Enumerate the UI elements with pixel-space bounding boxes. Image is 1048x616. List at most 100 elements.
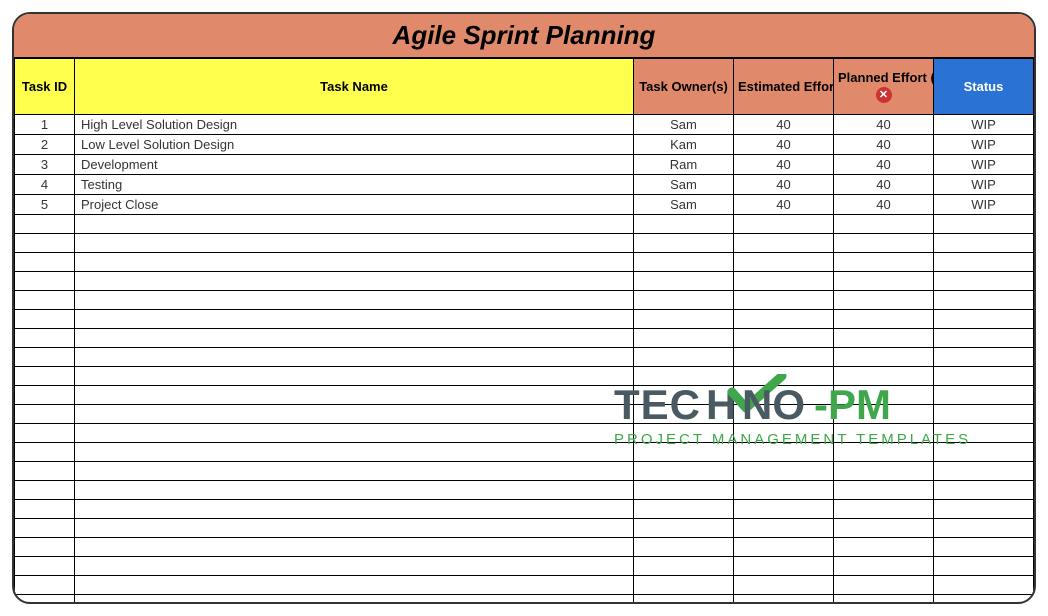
- cell-empty[interactable]: [934, 595, 1034, 605]
- cell-empty[interactable]: [734, 253, 834, 272]
- cell-empty[interactable]: [834, 272, 934, 291]
- cell-empty[interactable]: [934, 500, 1034, 519]
- cell-empty[interactable]: [834, 519, 934, 538]
- cell-empty[interactable]: [75, 481, 634, 500]
- cell-empty[interactable]: [15, 329, 75, 348]
- cell-empty[interactable]: [934, 481, 1034, 500]
- cell-empty[interactable]: [734, 386, 834, 405]
- cell-task-name[interactable]: Low Level Solution Design: [75, 135, 634, 155]
- cell-empty[interactable]: [934, 253, 1034, 272]
- cell-owner[interactable]: Sam: [634, 175, 734, 195]
- cell-empty[interactable]: [934, 348, 1034, 367]
- cell-empty[interactable]: [934, 272, 1034, 291]
- cell-status[interactable]: WIP: [934, 175, 1034, 195]
- cell-empty[interactable]: [75, 272, 634, 291]
- cell-empty[interactable]: [15, 272, 75, 291]
- cell-empty[interactable]: [734, 329, 834, 348]
- cell-empty[interactable]: [834, 500, 934, 519]
- cell-empty[interactable]: [15, 386, 75, 405]
- cell-empty[interactable]: [15, 234, 75, 253]
- cell-empty[interactable]: [634, 462, 734, 481]
- cell-empty[interactable]: [734, 595, 834, 605]
- cell-task-id[interactable]: 1: [15, 115, 75, 135]
- cell-empty[interactable]: [75, 405, 634, 424]
- cell-empty[interactable]: [634, 595, 734, 605]
- cell-empty[interactable]: [75, 443, 634, 462]
- cell-owner[interactable]: Kam: [634, 135, 734, 155]
- cell-estimated[interactable]: 40: [734, 155, 834, 175]
- cell-empty[interactable]: [75, 557, 634, 576]
- cell-estimated[interactable]: 40: [734, 115, 834, 135]
- cell-owner[interactable]: Sam: [634, 115, 734, 135]
- cell-empty[interactable]: [634, 291, 734, 310]
- cell-estimated[interactable]: 40: [734, 195, 834, 215]
- cell-task-name[interactable]: Testing: [75, 175, 634, 195]
- cell-empty[interactable]: [634, 481, 734, 500]
- cell-task-name[interactable]: High Level Solution Design: [75, 115, 634, 135]
- cell-empty[interactable]: [834, 253, 934, 272]
- cell-empty[interactable]: [934, 519, 1034, 538]
- cell-empty[interactable]: [634, 253, 734, 272]
- cell-empty[interactable]: [15, 443, 75, 462]
- cell-owner[interactable]: Ram: [634, 155, 734, 175]
- cell-empty[interactable]: [834, 462, 934, 481]
- cell-empty[interactable]: [934, 443, 1034, 462]
- cell-empty[interactable]: [734, 367, 834, 386]
- cell-planned[interactable]: 40: [834, 195, 934, 215]
- cell-empty[interactable]: [734, 519, 834, 538]
- cell-empty[interactable]: [75, 348, 634, 367]
- cell-empty[interactable]: [75, 595, 634, 605]
- cell-status[interactable]: WIP: [934, 135, 1034, 155]
- cell-empty[interactable]: [634, 500, 734, 519]
- cell-empty[interactable]: [15, 538, 75, 557]
- cell-empty[interactable]: [934, 405, 1034, 424]
- cell-empty[interactable]: [75, 253, 634, 272]
- cell-empty[interactable]: [734, 272, 834, 291]
- cell-empty[interactable]: [15, 557, 75, 576]
- cell-empty[interactable]: [834, 348, 934, 367]
- cell-empty[interactable]: [834, 595, 934, 605]
- cell-empty[interactable]: [934, 462, 1034, 481]
- cell-empty[interactable]: [634, 519, 734, 538]
- cell-empty[interactable]: [75, 538, 634, 557]
- cell-planned[interactable]: 40: [834, 155, 934, 175]
- cell-empty[interactable]: [734, 424, 834, 443]
- cell-empty[interactable]: [634, 234, 734, 253]
- cell-empty[interactable]: [75, 291, 634, 310]
- cell-empty[interactable]: [634, 576, 734, 595]
- cell-task-id[interactable]: 3: [15, 155, 75, 175]
- cell-empty[interactable]: [834, 291, 934, 310]
- cell-empty[interactable]: [15, 462, 75, 481]
- cell-empty[interactable]: [934, 538, 1034, 557]
- cell-empty[interactable]: [834, 329, 934, 348]
- cell-empty[interactable]: [734, 500, 834, 519]
- cell-empty[interactable]: [934, 310, 1034, 329]
- cell-empty[interactable]: [634, 538, 734, 557]
- cell-empty[interactable]: [634, 386, 734, 405]
- cell-task-id[interactable]: 2: [15, 135, 75, 155]
- cell-empty[interactable]: [75, 386, 634, 405]
- cell-estimated[interactable]: 40: [734, 135, 834, 155]
- cell-empty[interactable]: [15, 253, 75, 272]
- cell-empty[interactable]: [75, 519, 634, 538]
- cell-empty[interactable]: [934, 234, 1034, 253]
- cell-empty[interactable]: [634, 557, 734, 576]
- cell-empty[interactable]: [634, 348, 734, 367]
- cell-empty[interactable]: [15, 215, 75, 234]
- cell-empty[interactable]: [634, 367, 734, 386]
- cell-empty[interactable]: [734, 576, 834, 595]
- cell-empty[interactable]: [15, 348, 75, 367]
- cell-planned[interactable]: 40: [834, 115, 934, 135]
- cell-empty[interactable]: [734, 215, 834, 234]
- cell-empty[interactable]: [734, 443, 834, 462]
- cell-empty[interactable]: [834, 367, 934, 386]
- cell-empty[interactable]: [734, 348, 834, 367]
- cell-empty[interactable]: [834, 405, 934, 424]
- cell-task-id[interactable]: 4: [15, 175, 75, 195]
- cell-empty[interactable]: [15, 595, 75, 605]
- cell-empty[interactable]: [934, 557, 1034, 576]
- cell-empty[interactable]: [834, 576, 934, 595]
- cell-estimated[interactable]: 40: [734, 175, 834, 195]
- cell-empty[interactable]: [15, 424, 75, 443]
- cell-empty[interactable]: [15, 519, 75, 538]
